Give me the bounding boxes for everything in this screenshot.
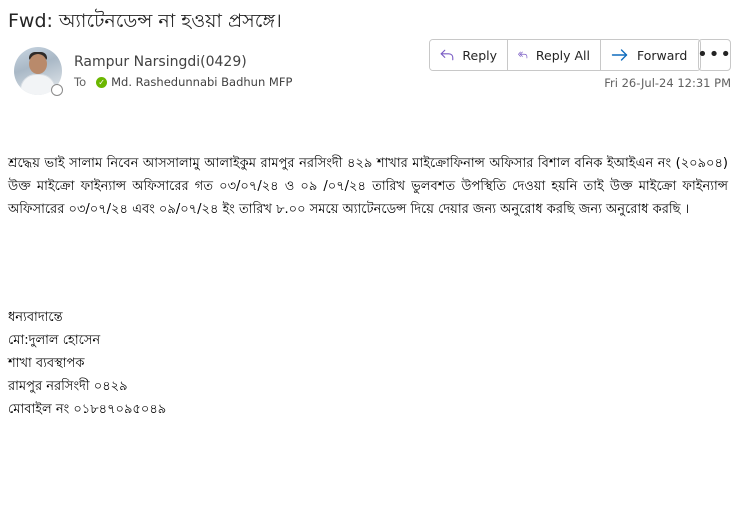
recipient-name[interactable]: Md. Rashedunnabi Badhun MFP	[111, 75, 292, 89]
presence-icon	[51, 84, 63, 96]
avatar-head	[29, 54, 47, 74]
email-body: শ্রদ্ধেয় ভাই সালাম নিবেন আসসালামু আলাইক…	[8, 156, 728, 217]
recipient-row: To ✓ Md. Rashedunnabi Badhun MFP	[74, 75, 292, 89]
sent-date: Fri 26-Jul-24 12:31 PM	[604, 76, 731, 90]
signature-title: শাখা ব্যবস্থাপক	[8, 356, 85, 371]
forward-icon	[611, 49, 628, 61]
email-subject: Fwd: অ্যাটেনডেন্স না হওয়া প্রসঙ্গে।	[8, 10, 282, 32]
reply-all-button[interactable]: Reply All	[508, 40, 601, 70]
reply-all-label: Reply All	[535, 47, 590, 63]
reply-all-icon	[518, 51, 528, 59]
forward-label: Forward	[637, 47, 688, 63]
forward-button[interactable]: Forward	[601, 40, 700, 70]
sender-name[interactable]: Rampur Narsingdi(0429)	[74, 54, 247, 70]
online-status-icon: ✓	[96, 76, 108, 88]
message-actions: Reply Reply All Forward	[429, 39, 701, 71]
signature-branch: রামপুর নরসিংদী ০৪২৯	[8, 379, 128, 394]
email-signature: ধন্যবাদান্তে মো:দুলাল হোসেন শাখা ব্যবস্থ…	[8, 306, 408, 421]
reply-label: Reply	[462, 47, 497, 63]
more-icon: •••	[697, 44, 732, 65]
to-label: To	[74, 75, 87, 89]
reply-button[interactable]: Reply	[430, 40, 508, 70]
signature-name: মো:দুলাল হোসেন	[8, 333, 101, 348]
reply-icon	[440, 49, 454, 61]
signature-closing: ধন্যবাদান্তে	[8, 310, 63, 325]
signature-mobile: মোবাইল নং ০১৮৪৭০৯৫০৪৯	[8, 402, 167, 417]
more-actions-button[interactable]: •••	[697, 39, 732, 71]
